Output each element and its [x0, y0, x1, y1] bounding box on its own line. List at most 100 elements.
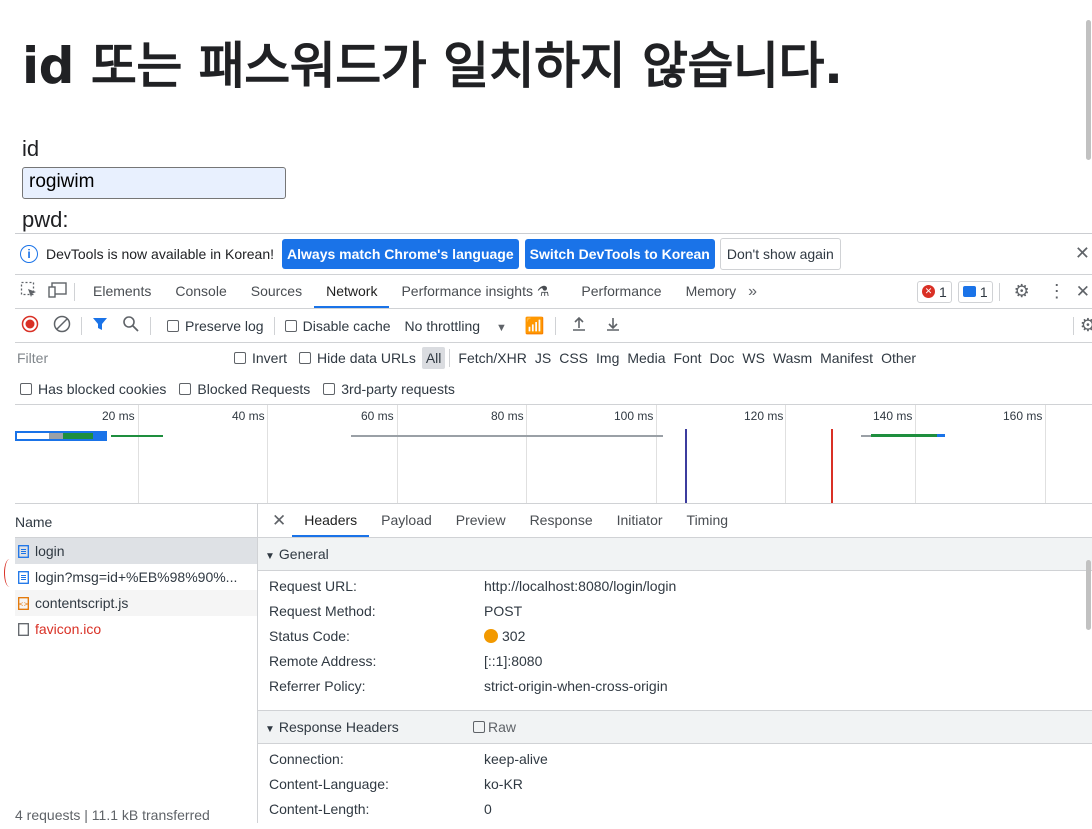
tab-console[interactable]: Console	[163, 275, 238, 308]
timeline-bar	[861, 435, 871, 437]
pwd-label: pwd:	[22, 207, 69, 232]
filter-type-font[interactable]: Font	[670, 347, 706, 369]
close-details-icon[interactable]: ✕	[272, 511, 286, 531]
filter-type-ws[interactable]: WS	[738, 347, 769, 369]
export-har-icon[interactable]	[604, 315, 622, 336]
tab-payload[interactable]: Payload	[369, 504, 444, 537]
more-tabs-icon[interactable]: »	[748, 283, 757, 301]
filter-type-manifest[interactable]: Manifest	[816, 347, 877, 369]
search-icon[interactable]	[122, 315, 140, 336]
flask-icon: ⚗	[536, 283, 550, 299]
document-icon	[18, 544, 29, 558]
dom-content-loaded-line	[685, 429, 687, 503]
tab-response[interactable]: Response	[518, 504, 605, 537]
message-badge[interactable]: 1	[957, 280, 993, 303]
error-badge[interactable]: ✕ 1	[917, 280, 952, 303]
general-title: General	[278, 546, 329, 562]
header-row: Request Method: POST	[258, 599, 1092, 624]
header-key: Content-Length:	[269, 801, 370, 817]
record-icon[interactable]	[21, 315, 39, 336]
disable-cache-label: Disable cache	[302, 317, 391, 334]
response-headers-section-header[interactable]: ▼ Response Headers Raw	[258, 710, 1092, 744]
settings-gear-icon[interactable]: ⚙	[1014, 281, 1030, 302]
filter-type-img[interactable]: Img	[592, 347, 623, 369]
throttling-select[interactable]: No throttling ▼	[405, 318, 507, 334]
close-icon[interactable]: ✕	[1075, 243, 1090, 264]
raw-checkbox[interactable]: Raw	[473, 711, 516, 743]
id-input[interactable]: rogiwim	[22, 167, 286, 199]
filter-type-fetch-xhr[interactable]: Fetch/XHR	[454, 347, 530, 369]
network-overview-timeline[interactable]: 20 ms 40 ms 60 ms 80 ms 100 ms 120 ms 14…	[15, 405, 1092, 504]
request-list: Name login login?msg=id+%EB%98%90%... <>…	[15, 504, 258, 823]
filter-type-doc[interactable]: Doc	[706, 347, 739, 369]
third-party-requests-checkbox[interactable]: 3rd-party requests	[323, 381, 455, 397]
tab-elements[interactable]: Elements	[81, 275, 163, 308]
tab-initiator[interactable]: Initiator	[605, 504, 675, 537]
disable-cache-checkbox[interactable]: Disable cache	[284, 317, 391, 334]
filter-type-all[interactable]: All	[421, 347, 446, 369]
tab-performance[interactable]: Performance	[569, 275, 673, 308]
request-row[interactable]: login?msg=id+%EB%98%90%...	[15, 564, 257, 590]
tab-sources[interactable]: Sources	[239, 275, 314, 308]
always-match-language-button[interactable]: Always match Chrome's language	[282, 239, 519, 269]
tab-memory[interactable]: Memory	[674, 275, 749, 308]
filter-funnel-icon[interactable]	[92, 316, 108, 335]
blocked-requests-checkbox[interactable]: Blocked Requests	[179, 381, 310, 397]
filter-type-css[interactable]: CSS	[555, 347, 592, 369]
header-key: Status Code:	[269, 628, 350, 644]
dont-show-again-button[interactable]: Don't show again	[719, 238, 841, 270]
message-icon	[962, 286, 976, 297]
network-toolbar: Preserve log Disable cache No throttling…	[15, 309, 1092, 343]
preserve-log-checkbox[interactable]: Preserve log	[167, 318, 264, 334]
header-key: Content-Language:	[269, 776, 389, 792]
page-scrollbar[interactable]	[1084, 0, 1092, 233]
request-name: favicon.ico	[35, 621, 102, 637]
filter-type-media[interactable]: Media	[623, 347, 669, 369]
tab-headers[interactable]: Headers	[292, 504, 370, 537]
close-devtools-icon[interactable]: ✕	[1076, 282, 1090, 302]
header-row: Referrer Policy: strict-origin-when-cross…	[258, 674, 1092, 699]
details-scrollbar[interactable]	[1084, 540, 1092, 820]
tab-performance-insights[interactable]: Performance insights ⚗	[389, 275, 561, 308]
name-column-header[interactable]: Name	[15, 504, 257, 538]
blocked-filter-row: Has blocked cookies Blocked Requests 3rd…	[15, 374, 1092, 405]
switch-to-korean-button[interactable]: Switch DevTools to Korean	[524, 239, 715, 269]
filter-type-other[interactable]: Other	[877, 347, 920, 369]
filter-type-wasm[interactable]: Wasm	[769, 347, 816, 369]
header-value: POST	[484, 603, 523, 619]
details-tabbar: ✕ Headers Payload Preview Response Initi…	[258, 504, 1092, 538]
file-icon	[18, 622, 29, 636]
clear-icon[interactable]	[53, 315, 71, 336]
tab-timing[interactable]: Timing	[675, 504, 741, 537]
filter-bar: Filter Invert Hide data URLs All Fetch/X…	[15, 343, 1092, 373]
header-row: Connection: keep-alive	[258, 747, 1092, 772]
request-row[interactable]: <> contentscript.js	[15, 590, 257, 616]
tab-preview[interactable]: Preview	[444, 504, 518, 537]
request-name: contentscript.js	[35, 595, 129, 611]
tick-label: 140 ms	[873, 409, 913, 423]
header-key: Request URL:	[269, 578, 357, 594]
request-row[interactable]: favicon.ico	[15, 616, 257, 642]
inspect-element-icon[interactable]	[20, 281, 38, 302]
filter-type-js[interactable]: JS	[531, 347, 555, 369]
filter-input[interactable]: Filter	[17, 347, 217, 369]
invert-checkbox[interactable]: Invert	[234, 350, 287, 366]
request-row[interactable]: login	[15, 538, 257, 564]
more-options-icon[interactable]: ⋮	[1048, 281, 1066, 302]
device-toolbar-icon[interactable]	[48, 281, 68, 302]
network-settings-gear-icon[interactable]: ⚙	[1080, 315, 1092, 336]
script-icon: <>	[18, 596, 29, 610]
network-conditions-icon[interactable]: 📶	[525, 316, 545, 336]
request-name: login?msg=id+%EB%98%90%...	[35, 569, 238, 585]
general-section-header[interactable]: ▼ General	[258, 538, 1092, 571]
header-row: Content-Language: ko-KR	[258, 772, 1092, 797]
import-har-icon[interactable]	[570, 315, 588, 336]
has-blocked-cookies-label: Has blocked cookies	[38, 381, 167, 397]
has-blocked-cookies-checkbox[interactable]: Has blocked cookies	[20, 381, 166, 397]
hide-data-urls-checkbox[interactable]: Hide data URLs	[299, 350, 416, 366]
page-heading: id 또는 패스워드가 일치하지 않습니다.	[22, 37, 843, 95]
header-value: strict-origin-when-cross-origin	[484, 678, 668, 694]
document-icon	[18, 570, 29, 584]
message-count: 1	[979, 283, 988, 300]
tab-network[interactable]: Network	[314, 275, 390, 308]
